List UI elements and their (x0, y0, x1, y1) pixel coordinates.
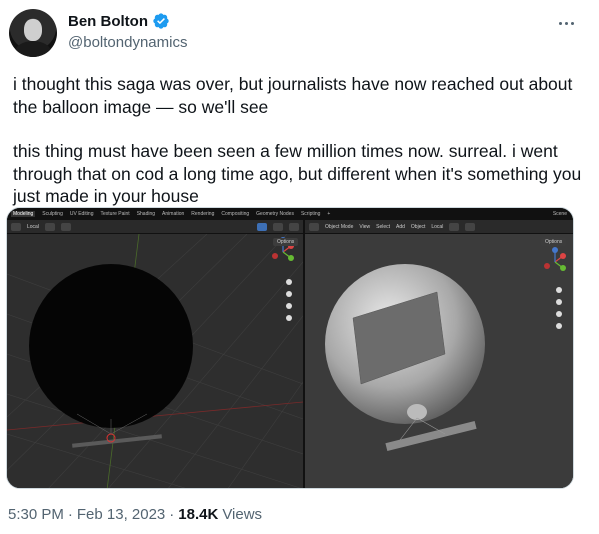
menu-tab: UV Editing (69, 211, 94, 217)
left-3d-viewport: Options (7, 234, 303, 488)
viewport-nav-buttons[interactable] (286, 279, 292, 321)
menu-tab: Animation (162, 211, 185, 217)
tweet-time[interactable]: 5:30 PM (8, 506, 64, 523)
payload-panel (72, 434, 162, 448)
toolbar-chip (465, 222, 476, 231)
views-count[interactable]: 18.4K (178, 506, 218, 523)
verified-badge-icon[interactable] (152, 12, 170, 30)
toolbar-chip (60, 222, 71, 231)
toolbar-chip (289, 222, 299, 231)
balloon-sphere-dark (29, 264, 193, 428)
options-dropdown[interactable]: Options (273, 238, 299, 246)
toolbar-chip (44, 222, 55, 231)
menu-tab: Scripting (300, 211, 321, 217)
menu-tab: Sculpting (42, 211, 63, 217)
menu-tab: Geometry Nodes (256, 211, 294, 217)
menu-tab: + (327, 211, 331, 217)
menu-tab: Modeling (11, 211, 36, 217)
tweet-paragraph: i thought this saga was over, but journa… (13, 74, 573, 117)
more-dot (558, 21, 562, 25)
left-viewport-scene (7, 234, 303, 488)
left-viewport-toolbar: Local (7, 220, 303, 234)
toolbar-chip (449, 222, 460, 231)
meta-separator: · (67, 506, 73, 523)
right-viewport-toolbar: Object Mode View Select Add Object Local (305, 220, 573, 234)
more-options-icon[interactable] (555, 14, 577, 32)
views-label: Views (222, 506, 263, 523)
scene-label: Scene (552, 211, 567, 217)
transform-orientation-label: Local (431, 223, 444, 230)
toolbar-chip (257, 222, 267, 231)
mode-label: Object Mode (325, 223, 354, 230)
menu-tab: Texture Paint (100, 211, 130, 217)
toolbar-menu: Object (410, 223, 426, 230)
transform-orientation-label: Local (27, 223, 39, 230)
toolbar-chip (273, 222, 283, 231)
right-viewport-scene (305, 234, 573, 488)
payload-hub (407, 404, 427, 420)
toolbar-menu: Select (376, 223, 391, 230)
tweet-text: i thought this saga was over, but journa… (13, 73, 583, 208)
tweet-media-image[interactable]: Modeling Sculpting UV Editing Texture Pa… (6, 207, 574, 489)
toolbar-menu: View (359, 223, 371, 230)
menu-tab: Rendering (191, 211, 215, 217)
meta-separator: · (169, 506, 175, 523)
tweet-metadata: 5:30 PM · Feb 13, 2023 · 18.4K Views (8, 506, 262, 523)
author-display-name[interactable]: Ben Bolton (68, 13, 148, 30)
toolbar-chip (309, 222, 319, 231)
options-dropdown[interactable]: Options (541, 238, 567, 246)
right-3d-viewport: Options (305, 234, 573, 488)
menu-tab: Compositing (221, 211, 250, 217)
tweet-paragraph: this thing must have been seen a few mil… (13, 141, 582, 206)
menu-tab: Shading (136, 211, 156, 217)
more-dot (570, 21, 574, 25)
tweet-date[interactable]: Feb 13, 2023 (77, 506, 165, 523)
blender-menubar: Modeling Sculpting UV Editing Texture Pa… (7, 208, 573, 220)
author-name-row: Ben Bolton (68, 12, 170, 30)
toolbar-chip (11, 222, 21, 231)
author-handle[interactable]: @boltondynamics (68, 34, 187, 51)
toolbar-menu: Add (396, 223, 405, 230)
avatar-body (15, 41, 51, 57)
avatar-face (24, 19, 42, 41)
author-avatar[interactable] (9, 9, 57, 57)
more-dot (564, 21, 568, 25)
